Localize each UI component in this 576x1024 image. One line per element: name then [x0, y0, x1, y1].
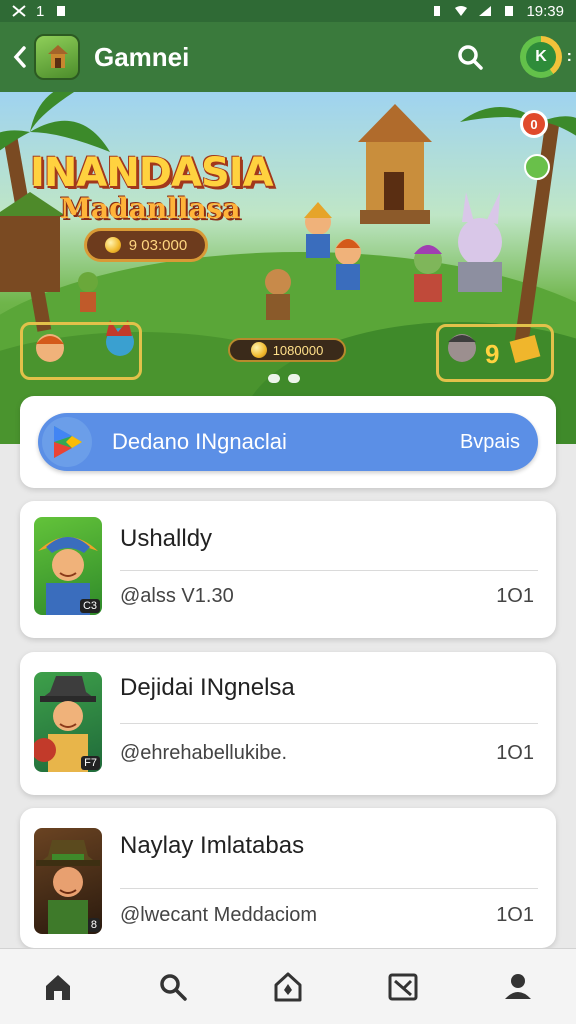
wifi-icon — [455, 6, 468, 16]
card-number: 9 — [485, 339, 500, 369]
app-logo — [34, 34, 80, 80]
status-bar: 1 19:39 — [0, 0, 576, 22]
character-card-right[interactable]: 9 — [436, 324, 554, 382]
coin-balance: 9 03:000 — [84, 228, 208, 262]
game-count: 1O1 — [496, 904, 534, 926]
nav-search[interactable] — [143, 957, 203, 1017]
game-title: Ushalldy — [120, 525, 213, 552]
game-subtitle: @ehrehabellukibe. — [120, 742, 288, 764]
banner-subtitle: Madanllasa — [60, 192, 241, 225]
cell-signal-icon — [479, 6, 492, 16]
score-badge: 1080000 — [228, 338, 346, 362]
thumb-badge: 8 — [87, 918, 100, 932]
game-title: Dejidai INgnelsa — [120, 674, 295, 701]
game-list-item[interactable]: F7 Dejidai INgnelsa @ehrehabellukibe. 1O… — [20, 652, 556, 795]
nav-home[interactable] — [28, 957, 88, 1017]
game-subtitle: @alss V1.30 — [120, 585, 234, 607]
nav-library[interactable] — [373, 957, 433, 1017]
signal-off-icon — [12, 5, 26, 17]
app-bar: Gamnei K : — [0, 22, 576, 92]
score-value: 1080000 — [272, 342, 324, 358]
chevron-left-icon — [13, 46, 26, 68]
game-count: 1O1 — [496, 742, 534, 764]
nav-store[interactable] — [258, 957, 318, 1017]
library-icon — [388, 973, 418, 1000]
coin-icon — [250, 342, 267, 358]
game-title: Naylay Imlatabas — [120, 832, 305, 859]
profile-icon — [505, 973, 532, 999]
app-title: Gamnei — [94, 41, 190, 72]
more-icon[interactable]: : — [567, 48, 572, 66]
game-count: 1O1 — [496, 585, 534, 607]
status-left-text: 1 — [36, 2, 45, 20]
play-triangle-icon — [54, 426, 82, 458]
search-label: Dedano INgnaclai — [112, 429, 287, 454]
profile-initial: K — [526, 42, 556, 72]
banner-title: INANDASIA — [30, 150, 274, 196]
game-list-item[interactable]: C3 Ushalldy @alss V1.30 1O1 — [20, 501, 556, 638]
carousel-indicator — [268, 374, 300, 383]
nav-profile[interactable] — [488, 957, 548, 1017]
game-list-item[interactable]: 8 Naylay Imlatabas @lwecant Meddaciom 1O… — [20, 808, 556, 948]
battery-icon — [505, 6, 514, 16]
status-time: 19:39 — [526, 2, 564, 20]
coin-icon — [104, 237, 121, 253]
store-icon — [274, 972, 302, 1001]
coin-value: 9 03:000 — [128, 236, 188, 254]
hut-icon — [48, 45, 68, 68]
search-card: Dedano INgnaclai Bvpais — [20, 396, 556, 488]
divider — [120, 888, 538, 889]
thumb-badge: C3 — [79, 599, 100, 613]
carousel-dot[interactable] — [268, 374, 280, 383]
hero-banner[interactable]: INANDASIA Madanllasa 9 03:000 9 1080000 … — [0, 92, 576, 444]
leaf-icon[interactable] — [524, 154, 550, 180]
game-thumbnail: F7 — [34, 672, 102, 772]
search-button[interactable] — [450, 37, 490, 77]
search-icon — [458, 45, 483, 70]
thumb-badge: F7 — [81, 756, 100, 770]
divider — [120, 570, 538, 571]
sim-icon — [57, 6, 66, 16]
game-thumbnail: C3 — [34, 517, 102, 615]
bottom-navigation — [0, 948, 576, 1024]
back-button[interactable] — [10, 42, 30, 72]
home-icon — [45, 974, 70, 1000]
profile-button[interactable]: K : — [520, 36, 572, 78]
banner-illustration — [0, 92, 576, 444]
search-icon — [160, 973, 187, 1001]
store-search-bar[interactable]: Dedano INgnaclai Bvpais — [38, 413, 538, 471]
game-subtitle: @lwecant Meddaciom — [120, 904, 318, 926]
vibrate-icon — [434, 6, 441, 16]
notification-badge[interactable]: 0 — [520, 110, 548, 138]
play-store-icon — [42, 417, 92, 467]
carousel-dot[interactable] — [288, 374, 300, 383]
divider — [120, 723, 538, 724]
character-card-left[interactable] — [20, 322, 142, 380]
search-right-label: Bvpais — [459, 430, 520, 453]
game-thumbnail: 8 — [34, 828, 102, 934]
